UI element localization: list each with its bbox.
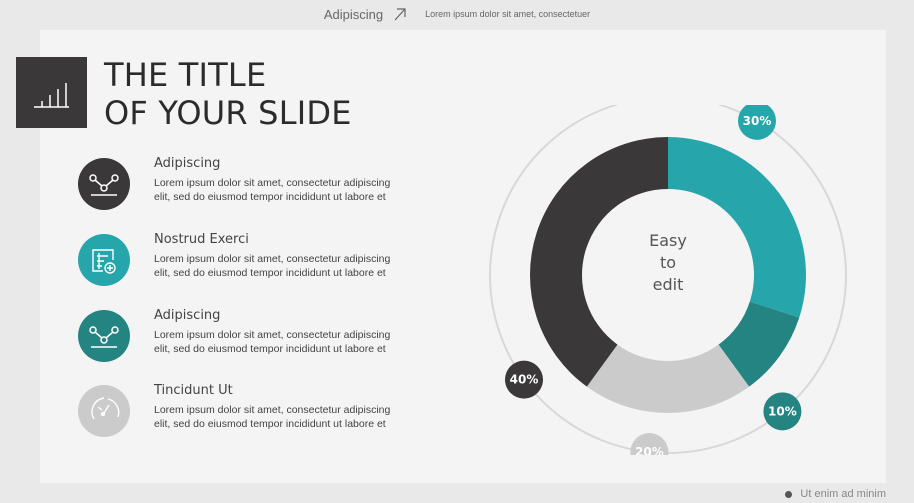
item-heading: Tincidunt Ut — [154, 383, 233, 398]
item-icon-circle — [78, 310, 130, 362]
item-icon-circle — [78, 234, 130, 286]
bar-chart-icon — [34, 83, 69, 108]
slide-title: THE TITLE OF YOUR SLIDE — [104, 56, 352, 132]
list-item: Adipiscing Lorem ipsum dolor sit amet, c… — [78, 308, 458, 370]
chart-center-line: edit — [652, 275, 684, 294]
item-text: Lorem ipsum dolor sit amet, consectetur … — [154, 176, 444, 204]
chart-center-text: Easy to edit — [600, 230, 736, 296]
item-icon-circle — [78, 385, 130, 437]
gauge-icon — [91, 397, 120, 420]
slice-label-badge: 40% — [504, 360, 543, 399]
donut-slice — [586, 344, 750, 414]
slice-label: 20% — [635, 445, 664, 455]
slice-label-badge: 30% — [738, 105, 776, 140]
arrow-up-right-icon — [394, 8, 406, 21]
item-text-line: Lorem ipsum dolor sit amet, consectetur … — [154, 329, 391, 341]
slice-label: 10% — [768, 404, 797, 418]
slice-label: 30% — [743, 114, 772, 128]
item-text-line: Lorem ipsum dolor sit amet, consectetur … — [154, 404, 391, 416]
item-heading: Adipiscing — [154, 308, 221, 323]
footer-text: Ut enim ad minim — [800, 488, 886, 500]
footer: Ut enim ad minim — [785, 488, 886, 500]
list-item: Adipiscing Lorem ipsum dolor sit amet, c… — [78, 156, 458, 218]
slice-label: 40% — [510, 373, 539, 387]
item-text-line: elit, sed do eiusmod tempor incididunt u… — [154, 267, 386, 279]
slice-label-badge: 20% — [630, 433, 669, 455]
item-heading: Nostrud Exerci — [154, 232, 249, 247]
item-heading: Adipiscing — [154, 156, 221, 171]
header-bar: Adipiscing Lorem ipsum dolor sit amet, c… — [0, 0, 914, 28]
item-text-line: Lorem ipsum dolor sit amet, consectetur … — [154, 177, 391, 189]
item-text: Lorem ipsum dolor sit amet, consectetur … — [154, 403, 444, 431]
add-document-icon — [92, 249, 116, 274]
line-graph-icon — [89, 174, 119, 196]
chart-center-line: to — [659, 253, 677, 272]
line-graph-icon — [89, 326, 119, 348]
slice-label-badge: 10% — [763, 392, 802, 431]
title-badge — [16, 57, 87, 128]
header-brand: Adipiscing — [323, 6, 384, 22]
list-item: Tincidunt Ut Lorem ipsum dolor sit amet,… — [78, 383, 458, 445]
bullet-dot — [785, 490, 793, 498]
item-text-line: elit, sed do eiusmod tempor incididunt u… — [154, 343, 386, 355]
slide-title-line1: THE TITLE — [104, 56, 267, 94]
header-tagline: Lorem ipsum dolor sit amet, consectetuer — [425, 9, 591, 19]
list-item: Nostrud Exerci Lorem ipsum dolor sit ame… — [78, 232, 458, 294]
item-text-line: elit, sed do eiusmod tempor incididunt u… — [154, 191, 386, 203]
item-text: Lorem ipsum dolor sit amet, consectetur … — [154, 252, 444, 280]
slide-title-line2: OF YOUR SLIDE — [104, 94, 352, 132]
chart-center-line: Easy — [649, 231, 687, 250]
item-text-line: Lorem ipsum dolor sit amet, consectetur … — [154, 253, 391, 265]
item-text: Lorem ipsum dolor sit amet, consectetur … — [154, 328, 444, 356]
item-icon-circle — [78, 158, 130, 210]
item-text-line: elit, sed do eiusmod tempor incididunt u… — [154, 418, 386, 430]
